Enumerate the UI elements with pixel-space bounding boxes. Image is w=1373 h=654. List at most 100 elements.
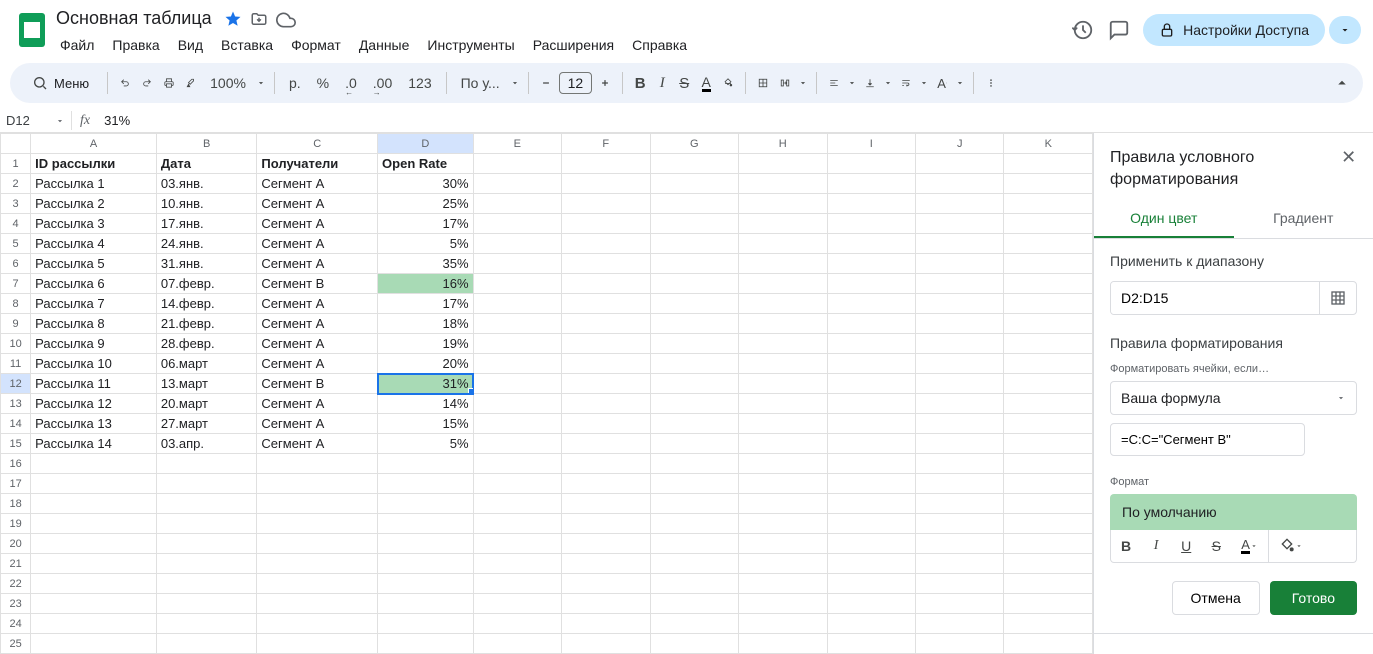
row-header[interactable]: 21 xyxy=(1,554,31,574)
cell[interactable]: Сегмент A xyxy=(257,214,378,234)
cell[interactable] xyxy=(739,194,827,214)
cell[interactable] xyxy=(915,194,1003,214)
cell[interactable] xyxy=(650,194,738,214)
cell[interactable] xyxy=(1004,374,1093,394)
cell[interactable] xyxy=(915,454,1003,474)
cell[interactable]: 5% xyxy=(378,234,474,254)
cell[interactable]: Рассылка 2 xyxy=(31,194,157,214)
cell[interactable] xyxy=(739,394,827,414)
cell[interactable] xyxy=(915,394,1003,414)
range-picker-icon[interactable] xyxy=(1319,282,1356,314)
cell[interactable] xyxy=(156,514,257,534)
cell[interactable] xyxy=(1004,174,1093,194)
cell[interactable] xyxy=(562,454,650,474)
spreadsheet-grid[interactable]: ABCDEFGHIJK 1ID рассылкиДатаПолучателиOp… xyxy=(0,133,1093,654)
cell[interactable] xyxy=(156,554,257,574)
row-header[interactable]: 22 xyxy=(1,574,31,594)
cell[interactable] xyxy=(562,334,650,354)
cell[interactable] xyxy=(915,234,1003,254)
collapse-toolbar-icon[interactable] xyxy=(1333,74,1351,92)
cell[interactable] xyxy=(31,554,157,574)
row-header[interactable]: 17 xyxy=(1,474,31,494)
row-header[interactable]: 8 xyxy=(1,294,31,314)
cell[interactable] xyxy=(378,454,474,474)
cell[interactable] xyxy=(562,614,650,634)
cell[interactable] xyxy=(562,234,650,254)
row-header[interactable]: 24 xyxy=(1,614,31,634)
column-header[interactable]: F xyxy=(562,134,650,154)
cell[interactable]: 24.янв. xyxy=(156,234,257,254)
cell[interactable] xyxy=(739,594,827,614)
cell[interactable] xyxy=(827,194,915,214)
cell[interactable] xyxy=(650,454,738,474)
menu-file[interactable]: Файл xyxy=(52,33,102,57)
cell[interactable] xyxy=(650,334,738,354)
menu-extensions[interactable]: Расширения xyxy=(525,33,622,57)
comments-icon[interactable] xyxy=(1107,18,1131,42)
cell[interactable]: 03.апр. xyxy=(156,434,257,454)
row-header[interactable]: 7 xyxy=(1,274,31,294)
menu-edit[interactable]: Правка xyxy=(104,33,167,57)
row-header[interactable]: 4 xyxy=(1,214,31,234)
default-format-preview[interactable]: По умолчанию xyxy=(1110,494,1357,530)
cell[interactable] xyxy=(562,194,650,214)
row-header[interactable]: 10 xyxy=(1,334,31,354)
cell[interactable] xyxy=(739,274,827,294)
cell[interactable] xyxy=(473,194,561,214)
cell[interactable] xyxy=(257,554,378,574)
cell[interactable] xyxy=(562,374,650,394)
range-input[interactable] xyxy=(1111,282,1319,314)
formula-bar[interactable]: 31% xyxy=(98,111,1373,130)
cell[interactable]: Сегмент B xyxy=(257,274,378,294)
cell[interactable] xyxy=(378,514,474,534)
cell[interactable] xyxy=(1004,354,1093,374)
cell[interactable] xyxy=(915,214,1003,234)
cell[interactable]: 07.февр. xyxy=(156,274,257,294)
cell[interactable] xyxy=(473,234,561,254)
cell[interactable]: Рассылка 4 xyxy=(31,234,157,254)
cell[interactable] xyxy=(915,254,1003,274)
cell[interactable] xyxy=(473,154,561,174)
doc-title[interactable]: Основная таблица xyxy=(52,6,216,31)
cell[interactable]: 20% xyxy=(378,354,474,374)
vertical-align-icon[interactable] xyxy=(861,74,879,92)
cell[interactable] xyxy=(378,534,474,554)
cell[interactable] xyxy=(650,534,738,554)
cell[interactable]: Open Rate xyxy=(378,154,474,174)
cell[interactable] xyxy=(827,154,915,174)
cell[interactable]: Сегмент A xyxy=(257,434,378,454)
cell[interactable] xyxy=(473,434,561,454)
cell[interactable] xyxy=(562,294,650,314)
cell[interactable] xyxy=(650,574,738,594)
row-header[interactable]: 23 xyxy=(1,594,31,614)
row-header[interactable]: 18 xyxy=(1,494,31,514)
cell[interactable] xyxy=(562,514,650,534)
cell[interactable] xyxy=(650,594,738,614)
cell[interactable]: 03.янв. xyxy=(156,174,257,194)
cell[interactable] xyxy=(562,214,650,234)
cell[interactable] xyxy=(739,234,827,254)
borders-icon[interactable] xyxy=(754,74,772,92)
cell[interactable] xyxy=(1004,574,1093,594)
percent-button[interactable]: % xyxy=(311,71,335,95)
cell[interactable] xyxy=(1004,514,1093,534)
cell[interactable] xyxy=(827,514,915,534)
cell[interactable]: 10.янв. xyxy=(156,194,257,214)
cell[interactable]: 17.янв. xyxy=(156,214,257,234)
cell[interactable]: 27.март xyxy=(156,414,257,434)
cell[interactable] xyxy=(739,574,827,594)
cell[interactable]: Дата xyxy=(156,154,257,174)
row-header[interactable]: 20 xyxy=(1,534,31,554)
cell[interactable] xyxy=(739,174,827,194)
cell[interactable] xyxy=(31,594,157,614)
cell[interactable] xyxy=(562,274,650,294)
cell[interactable] xyxy=(739,374,827,394)
cell[interactable] xyxy=(473,274,561,294)
cell[interactable] xyxy=(473,534,561,554)
cell[interactable] xyxy=(827,494,915,514)
cell[interactable]: 20.март xyxy=(156,394,257,414)
cell[interactable] xyxy=(827,314,915,334)
cell[interactable] xyxy=(915,374,1003,394)
cell[interactable] xyxy=(827,554,915,574)
column-header[interactable]: I xyxy=(827,134,915,154)
